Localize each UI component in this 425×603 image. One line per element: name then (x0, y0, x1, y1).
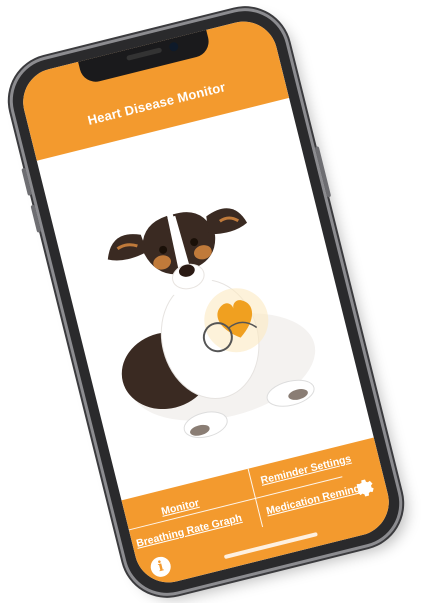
dog-illustration (37, 98, 374, 501)
info-icon[interactable]: i (148, 554, 173, 579)
speaker-grille (126, 47, 163, 61)
breathing-rate-graph-button[interactable]: Breathing Rate Graph (135, 512, 243, 550)
info-glyph: i (156, 558, 166, 576)
camera-icon (168, 41, 180, 53)
gear-icon[interactable] (349, 473, 376, 500)
app-screen: Heart Disease Monitor Reminder Settings … (15, 14, 397, 590)
phone-device: Heart Disease Monitor Reminder Settings … (3, 2, 409, 602)
monitor-button[interactable]: Monitor (160, 497, 200, 518)
